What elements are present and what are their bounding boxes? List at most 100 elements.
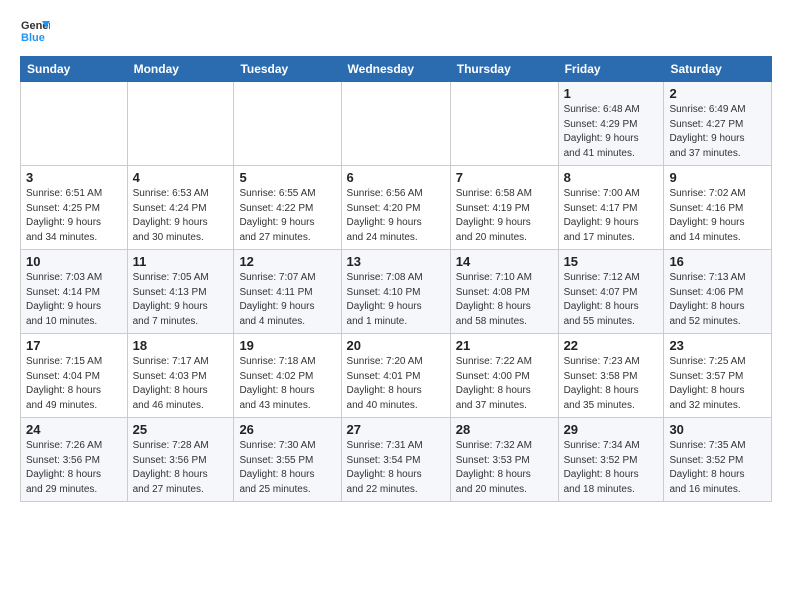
day-cell: 24 Sunrise: 7:26 AMSunset: 3:56 PMDayligh… <box>21 418 128 502</box>
day-info: Sunrise: 7:30 AMSunset: 3:55 PMDaylight:… <box>239 439 335 497</box>
logo-icon: General Blue <box>20 16 50 46</box>
day-number: 1 <box>564 86 659 101</box>
day-info: Sunrise: 7:26 AMSunset: 3:56 PMDaylight:… <box>26 439 122 497</box>
week-row-1: 1 Sunrise: 6:48 AMSunset: 4:29 PMDaylight… <box>21 82 772 166</box>
weekday-header-tuesday: Tuesday <box>234 57 341 82</box>
day-cell: 19Sunrise: 7:18 AMSunset: 4:02 PMDayligh… <box>234 334 341 418</box>
day-info: Sunrise: 7:13 AMSunset: 4:06 PMDaylight:… <box>669 271 766 329</box>
day-cell: 29 Sunrise: 7:34 AMSunset: 3:52 PMDayligh… <box>558 418 664 502</box>
day-cell <box>450 82 558 166</box>
day-info: Sunrise: 6:48 AMSunset: 4:29 PMDaylight:… <box>564 103 659 161</box>
day-number: 27 <box>347 422 445 437</box>
day-number: 10 <box>26 254 122 269</box>
day-info: Sunrise: 7:35 AMSunset: 3:52 PMDaylight:… <box>669 439 766 497</box>
day-info: Sunrise: 6:56 AMSunset: 4:20 PMDaylight:… <box>347 187 445 245</box>
day-cell <box>341 82 450 166</box>
day-info: Sunrise: 6:53 AMSunset: 4:24 PMDaylight:… <box>133 187 229 245</box>
day-cell: 6 Sunrise: 6:56 AMSunset: 4:20 PMDaylight… <box>341 166 450 250</box>
day-cell: 16 Sunrise: 7:13 AMSunset: 4:06 PMDayligh… <box>664 250 772 334</box>
day-cell: 13 Sunrise: 7:08 AMSunset: 4:10 PMDayligh… <box>341 250 450 334</box>
week-row-3: 10 Sunrise: 7:03 AMSunset: 4:14 PMDayligh… <box>21 250 772 334</box>
day-number: 18 <box>133 338 229 353</box>
day-info: Sunrise: 7:08 AMSunset: 4:10 PMDaylight:… <box>347 271 445 329</box>
weekday-header-friday: Friday <box>558 57 664 82</box>
weekday-header-wednesday: Wednesday <box>341 57 450 82</box>
page: General Blue SundayMondayTuesdayWednesda… <box>0 0 792 512</box>
day-number: 12 <box>239 254 335 269</box>
day-info: Sunrise: 6:51 AMSunset: 4:25 PMDaylight:… <box>26 187 122 245</box>
day-cell: 1 Sunrise: 6:48 AMSunset: 4:29 PMDaylight… <box>558 82 664 166</box>
day-number: 23 <box>669 338 766 353</box>
day-cell <box>21 82 128 166</box>
day-number: 25 <box>133 422 229 437</box>
day-number: 26 <box>239 422 335 437</box>
weekday-header-sunday: Sunday <box>21 57 128 82</box>
day-number: 29 <box>564 422 659 437</box>
day-number: 3 <box>26 170 122 185</box>
weekday-header-saturday: Saturday <box>664 57 772 82</box>
day-cell <box>234 82 341 166</box>
day-number: 14 <box>456 254 553 269</box>
day-info: Sunrise: 7:22 AMSunset: 4:00 PMDaylight:… <box>456 355 553 413</box>
day-info: Sunrise: 7:15 AMSunset: 4:04 PMDaylight:… <box>26 355 122 413</box>
day-info: Sunrise: 7:00 AMSunset: 4:17 PMDaylight:… <box>564 187 659 245</box>
day-info: Sunrise: 7:20 AMSunset: 4:01 PMDaylight:… <box>347 355 445 413</box>
weekday-header-monday: Monday <box>127 57 234 82</box>
day-number: 16 <box>669 254 766 269</box>
day-cell: 5 Sunrise: 6:55 AMSunset: 4:22 PMDaylight… <box>234 166 341 250</box>
day-cell: 11Sunrise: 7:05 AMSunset: 4:13 PMDayligh… <box>127 250 234 334</box>
day-info: Sunrise: 7:25 AMSunset: 3:57 PMDaylight:… <box>669 355 766 413</box>
day-info: Sunrise: 7:32 AMSunset: 3:53 PMDaylight:… <box>456 439 553 497</box>
week-row-2: 3 Sunrise: 6:51 AMSunset: 4:25 PMDaylight… <box>21 166 772 250</box>
day-number: 15 <box>564 254 659 269</box>
day-cell: 18Sunrise: 7:17 AMSunset: 4:03 PMDayligh… <box>127 334 234 418</box>
day-number: 13 <box>347 254 445 269</box>
weekday-header-row: SundayMondayTuesdayWednesdayThursdayFrid… <box>21 57 772 82</box>
day-number: 20 <box>347 338 445 353</box>
logo: General Blue <box>20 16 50 46</box>
day-cell: 2 Sunrise: 6:49 AMSunset: 4:27 PMDaylight… <box>664 82 772 166</box>
day-cell: 20 Sunrise: 7:20 AMSunset: 4:01 PMDayligh… <box>341 334 450 418</box>
day-info: Sunrise: 7:34 AMSunset: 3:52 PMDaylight:… <box>564 439 659 497</box>
day-number: 22 <box>564 338 659 353</box>
day-cell: 4 Sunrise: 6:53 AMSunset: 4:24 PMDaylight… <box>127 166 234 250</box>
day-number: 2 <box>669 86 766 101</box>
week-row-5: 24 Sunrise: 7:26 AMSunset: 3:56 PMDayligh… <box>21 418 772 502</box>
day-cell: 12 Sunrise: 7:07 AMSunset: 4:11 PMDayligh… <box>234 250 341 334</box>
day-cell: 3 Sunrise: 6:51 AMSunset: 4:25 PMDaylight… <box>21 166 128 250</box>
day-info: Sunrise: 7:18 AMSunset: 4:02 PMDaylight:… <box>239 355 335 413</box>
day-cell: 25 Sunrise: 7:28 AMSunset: 3:56 PMDayligh… <box>127 418 234 502</box>
day-number: 11 <box>133 254 229 269</box>
day-cell: 10 Sunrise: 7:03 AMSunset: 4:14 PMDayligh… <box>21 250 128 334</box>
day-number: 9 <box>669 170 766 185</box>
day-info: Sunrise: 7:28 AMSunset: 3:56 PMDaylight:… <box>133 439 229 497</box>
day-cell: 26 Sunrise: 7:30 AMSunset: 3:55 PMDayligh… <box>234 418 341 502</box>
day-cell: 27 Sunrise: 7:31 AMSunset: 3:54 PMDayligh… <box>341 418 450 502</box>
day-cell: 15 Sunrise: 7:12 AMSunset: 4:07 PMDayligh… <box>558 250 664 334</box>
day-number: 6 <box>347 170 445 185</box>
day-cell <box>127 82 234 166</box>
week-row-4: 17Sunrise: 7:15 AMSunset: 4:04 PMDayligh… <box>21 334 772 418</box>
day-info: Sunrise: 7:02 AMSunset: 4:16 PMDaylight:… <box>669 187 766 245</box>
weekday-header-thursday: Thursday <box>450 57 558 82</box>
day-cell: 30Sunrise: 7:35 AMSunset: 3:52 PMDayligh… <box>664 418 772 502</box>
day-info: Sunrise: 6:58 AMSunset: 4:19 PMDaylight:… <box>456 187 553 245</box>
day-info: Sunrise: 6:55 AMSunset: 4:22 PMDaylight:… <box>239 187 335 245</box>
day-number: 5 <box>239 170 335 185</box>
day-info: Sunrise: 7:31 AMSunset: 3:54 PMDaylight:… <box>347 439 445 497</box>
day-info: Sunrise: 6:49 AMSunset: 4:27 PMDaylight:… <box>669 103 766 161</box>
day-cell: 23 Sunrise: 7:25 AMSunset: 3:57 PMDayligh… <box>664 334 772 418</box>
day-info: Sunrise: 7:03 AMSunset: 4:14 PMDaylight:… <box>26 271 122 329</box>
day-info: Sunrise: 7:10 AMSunset: 4:08 PMDaylight:… <box>456 271 553 329</box>
day-info: Sunrise: 7:07 AMSunset: 4:11 PMDaylight:… <box>239 271 335 329</box>
day-number: 24 <box>26 422 122 437</box>
day-info: Sunrise: 7:23 AMSunset: 3:58 PMDaylight:… <box>564 355 659 413</box>
day-number: 4 <box>133 170 229 185</box>
day-cell: 21Sunrise: 7:22 AMSunset: 4:00 PMDayligh… <box>450 334 558 418</box>
day-number: 8 <box>564 170 659 185</box>
day-cell: 9 Sunrise: 7:02 AMSunset: 4:16 PMDaylight… <box>664 166 772 250</box>
day-cell: 28Sunrise: 7:32 AMSunset: 3:53 PMDayligh… <box>450 418 558 502</box>
day-number: 7 <box>456 170 553 185</box>
day-cell: 17Sunrise: 7:15 AMSunset: 4:04 PMDayligh… <box>21 334 128 418</box>
day-info: Sunrise: 7:12 AMSunset: 4:07 PMDaylight:… <box>564 271 659 329</box>
